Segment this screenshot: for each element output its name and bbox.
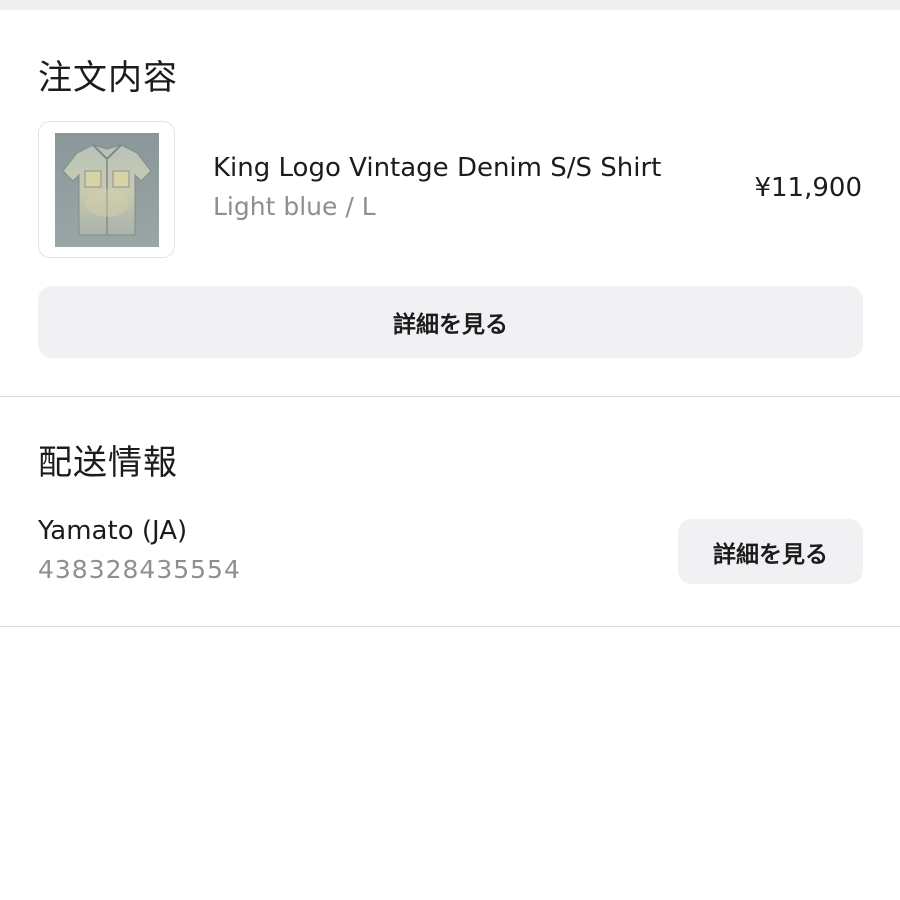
shipping-details-button[interactable]: 詳細を見る [678, 519, 863, 584]
tracking-number: 438328435554 [38, 555, 241, 584]
denim-shirt-photo-icon [55, 133, 159, 247]
product-name: King Logo Vintage Denim S/S Shirt [213, 153, 662, 183]
order-section-title: 注文内容 [38, 58, 178, 98]
shipping-section-title: 配送情報 [38, 443, 178, 483]
section-divider [0, 396, 900, 397]
order-details-button[interactable]: 詳細を見る [38, 286, 863, 358]
shipping-section: 配送情報 Yamato (JA) 438328435554 詳細を見る [0, 398, 900, 627]
order-section: 注文内容 King Logo Vintage Denim S/S Shirt L… [0, 10, 900, 397]
product-variant: Light blue / L [213, 192, 376, 221]
section-divider [0, 626, 900, 627]
top-strip [0, 0, 900, 10]
product-thumbnail[interactable] [38, 121, 175, 258]
product-price: ¥11,900 [754, 173, 862, 203]
carrier-name: Yamato (JA) [38, 516, 188, 546]
